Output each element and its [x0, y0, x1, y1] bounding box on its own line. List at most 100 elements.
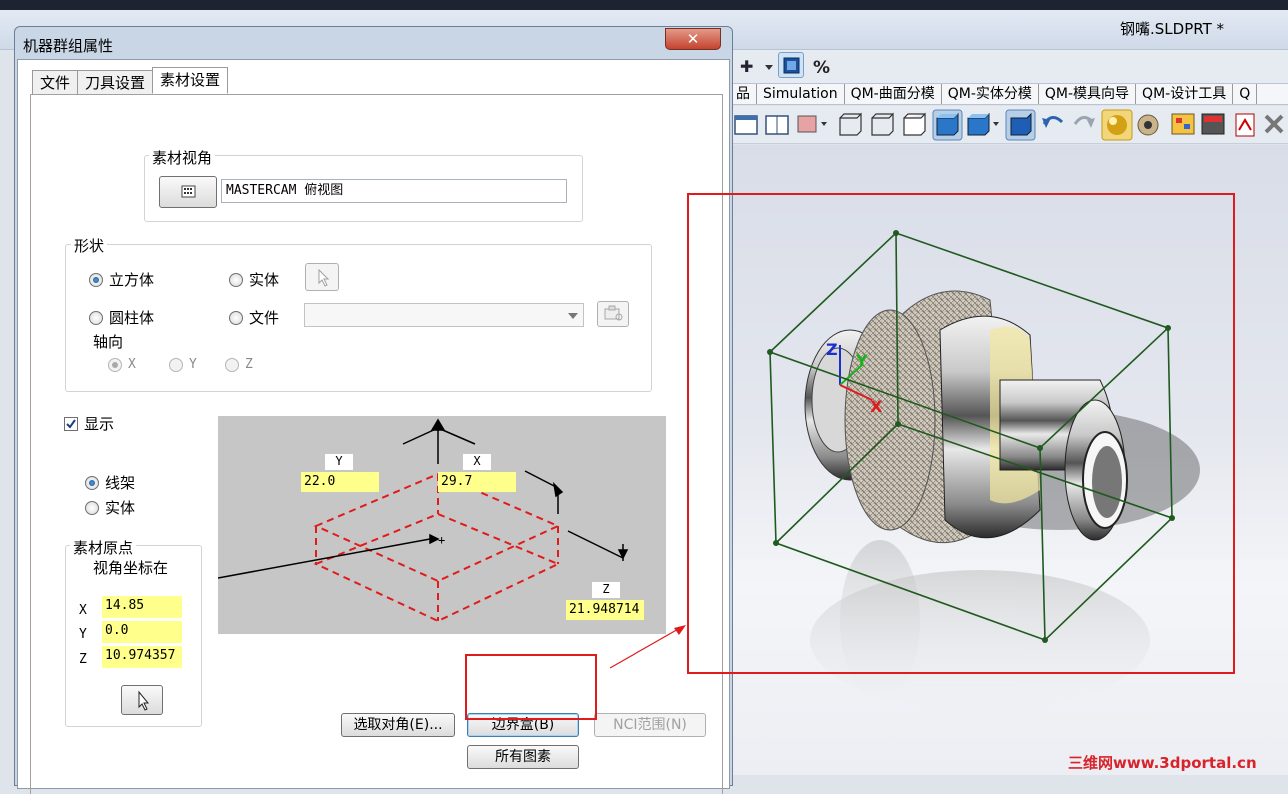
- display-wireframe-radio[interactable]: 线架: [85, 472, 135, 493]
- shape-file-radio[interactable]: 文件: [229, 307, 279, 328]
- app-tab-overflow[interactable]: Q: [1233, 84, 1258, 104]
- calculator-icon: [181, 185, 196, 198]
- radio-dot-icon: [229, 310, 243, 325]
- stock-view-field[interactable]: MASTERCAM 俯视图: [221, 179, 567, 203]
- shape-label: 形状: [71, 235, 108, 256]
- close-button[interactable]: ✕: [665, 28, 721, 50]
- shape-solid-label: 实体: [249, 271, 280, 289]
- app-tab-qm-design-tools[interactable]: QM-设计工具: [1136, 84, 1234, 104]
- app-tab-qm-surface-parting[interactable]: QM-曲面分模: [845, 84, 942, 104]
- radio-dot-icon: [108, 357, 122, 372]
- dim-y-tag: Y: [325, 454, 353, 470]
- axis-label: 轴向: [93, 333, 124, 351]
- origin-z-field[interactable]: 10.974357: [102, 646, 182, 668]
- radio-dot-icon: [89, 310, 103, 325]
- shape-cylinder-label: 圆柱体: [109, 309, 155, 327]
- display-checkbox[interactable]: 显示: [64, 413, 114, 434]
- shape-cylinder-radio[interactable]: 圆柱体: [89, 307, 154, 328]
- app-window-title: 钢嘴.SLDPRT *: [1120, 20, 1225, 38]
- axis-x-radio[interactable]: X: [108, 357, 136, 372]
- highlight-bounding-box-button: [465, 654, 597, 720]
- origin-z-label: Z: [79, 652, 87, 667]
- view-toolbar-icons: [734, 109, 1284, 141]
- svg-text:+: +: [438, 533, 445, 547]
- app-tab-products[interactable]: 品: [730, 84, 757, 104]
- browse-file-button[interactable]: [597, 301, 629, 327]
- view-coordinates-label: 视角坐标在: [93, 559, 169, 577]
- scene-icon: [1137, 114, 1159, 136]
- shape-cube-radio[interactable]: 立方体: [89, 269, 154, 290]
- select-view-button[interactable]: [159, 176, 217, 208]
- chevron-down-icon: [568, 313, 578, 319]
- app-tab-simulation[interactable]: Simulation: [757, 84, 845, 104]
- watermark-text: 三维网www.3dportal.cn: [1068, 754, 1257, 772]
- display-label: 显示: [84, 415, 115, 433]
- cursor-arrow-icon: [138, 690, 150, 711]
- axis-x-label: X: [128, 357, 136, 372]
- dialog-tabs: 文件 刀具设置 素材设置: [32, 67, 229, 94]
- app-top-strip: [0, 0, 1288, 10]
- dim-z-field[interactable]: 21.948714: [566, 600, 644, 620]
- tab-files[interactable]: 文件: [32, 70, 79, 94]
- origin-x-label: X: [79, 603, 87, 618]
- shape-solid-radio[interactable]: 实体: [229, 269, 279, 290]
- display-solid-label: 实体: [105, 499, 136, 517]
- select-corners-button[interactable]: 选取对角(E)...: [341, 713, 455, 737]
- shape-cube-label: 立方体: [109, 271, 155, 289]
- tab-stock-setup[interactable]: 素材设置: [152, 67, 229, 94]
- stock-view-label: 素材视角: [149, 147, 216, 168]
- tab-tool-settings[interactable]: 刀具设置: [77, 70, 154, 94]
- stock-box-outline: [313, 472, 561, 623]
- wireframe-cube-icon: [839, 112, 862, 136]
- view-orientation-icon[interactable]: ✚: [738, 53, 764, 79]
- view-cube-icon: [1005, 109, 1036, 141]
- origin-y-label: Y: [79, 627, 87, 642]
- select-solid-button[interactable]: [305, 263, 339, 291]
- section-view-icon[interactable]: %: [812, 53, 838, 79]
- app-command-tabs: 品 Simulation QM-曲面分模 QM-实体分模 QM-模具向导 QM-…: [730, 83, 1288, 105]
- app-toolbar-top: ✚ %: [730, 50, 1288, 83]
- radio-dot-icon: [85, 475, 99, 490]
- app-tab-qm-solid-parting[interactable]: QM-实体分模: [942, 84, 1039, 104]
- highlight-bounding-box-result: [687, 193, 1235, 674]
- dim-x-field[interactable]: 29.7: [438, 472, 516, 492]
- dim-y-field[interactable]: 22.0: [301, 472, 379, 492]
- display-wireframe-label: 线架: [105, 474, 136, 492]
- origin-y-field[interactable]: 0.0: [102, 621, 182, 643]
- appearance-sphere-icon: [1101, 109, 1133, 141]
- single-view-icon: [734, 115, 758, 135]
- undo-icon: [1042, 116, 1064, 128]
- folder-browse-icon: [604, 305, 623, 321]
- radio-dot-icon: [229, 272, 243, 287]
- normal-to-view-icon[interactable]: [778, 52, 804, 78]
- shaded-edges-cube-icon: [932, 109, 963, 141]
- dialog-title: 机器群组属性: [23, 37, 114, 55]
- shaded-cube-icon: [967, 112, 999, 136]
- origin-x-field[interactable]: 14.85: [102, 596, 182, 618]
- all-entities-button[interactable]: 所有图素: [467, 745, 579, 769]
- render-icon: [1201, 113, 1225, 135]
- checkbox-check-icon: [64, 416, 78, 431]
- hidden-lines-cube-icon: [871, 112, 894, 136]
- more-tools-icon: [1264, 114, 1284, 134]
- redo-icon: [1073, 116, 1095, 128]
- cursor-arrow-icon: [318, 268, 330, 287]
- app-tab-qm-mold-wizard[interactable]: QM-模具向导: [1039, 84, 1137, 104]
- pdf-icon: [1235, 113, 1255, 137]
- axis-z-radio[interactable]: Z: [225, 357, 253, 372]
- radio-dot-icon: [225, 357, 239, 372]
- stock-setup-panel: 素材视角 MASTERCAM 俯视图 形状 立方体 实体 圆柱体 文件 轴向 X…: [30, 94, 723, 794]
- select-origin-button[interactable]: [121, 685, 163, 715]
- stock-dimension-diagram: + Y 22.0 X 29.7 Z 21.948714: [217, 416, 666, 634]
- radio-dot-icon: [169, 357, 183, 372]
- file-path-dropdown[interactable]: [304, 303, 584, 327]
- dimension-arrows: [217, 418, 629, 579]
- nci-range-button[interactable]: NCI范围(N): [594, 713, 706, 737]
- display-solid-radio[interactable]: 实体: [85, 497, 135, 518]
- dim-z-tag: Z: [592, 582, 620, 598]
- view-dropdown-icon: [797, 115, 827, 133]
- app-toolbar-view: [730, 106, 1288, 144]
- hidden-removed-cube-icon: [903, 112, 926, 136]
- axis-y-radio[interactable]: Y: [169, 357, 197, 372]
- annotation-arrow: [609, 625, 686, 669]
